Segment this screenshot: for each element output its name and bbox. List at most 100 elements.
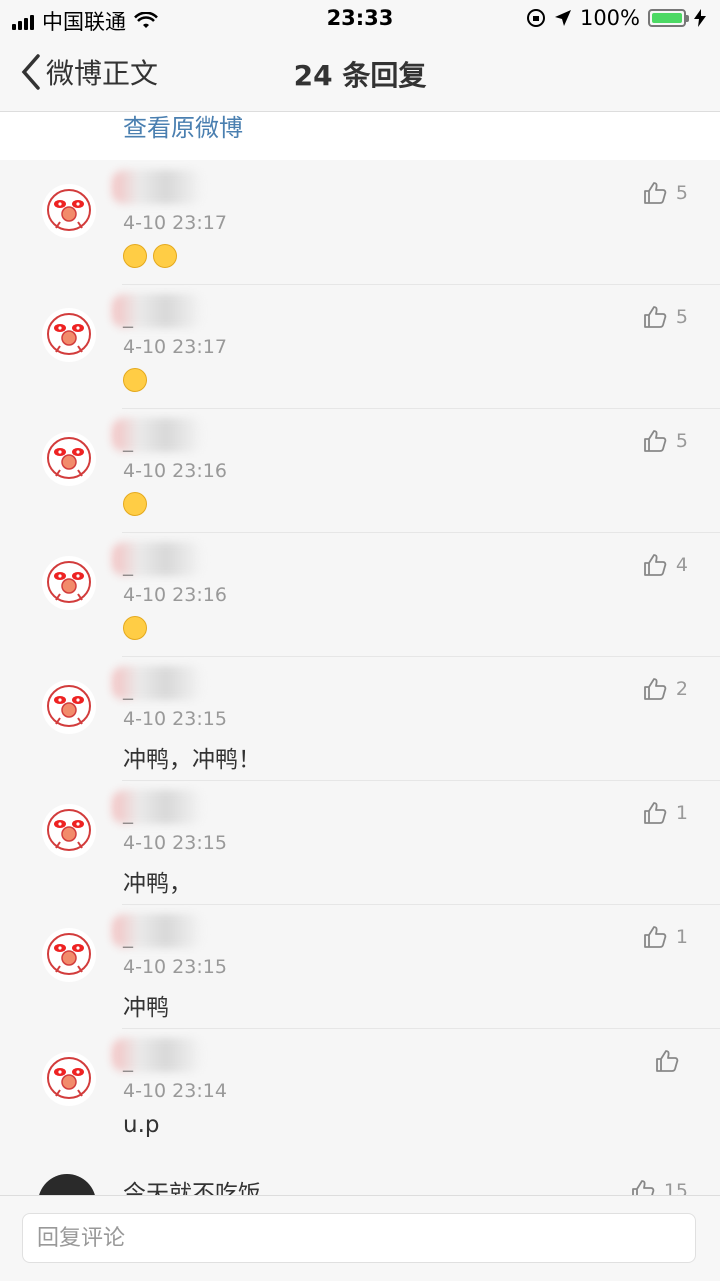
thumbs-up-icon [644,554,667,576]
thumbs-up-icon [644,182,667,204]
like-button[interactable]: 5 [642,428,688,454]
username[interactable]: _ [123,552,133,576]
avatar-cartoon-icon [47,561,91,603]
like-button[interactable]: 15 [630,1178,688,1196]
comment-time: 4-10 23:16 [123,584,227,606]
comment-item[interactable]: _ 4-10 23:15 冲鸭， 1 [0,780,720,904]
thumbs-up-icon [644,430,667,452]
divider [122,780,720,781]
location-icon [554,10,571,26]
like-count: 2 [675,678,688,700]
comment-content [123,616,153,640]
thumbs-up-icon [656,1050,679,1072]
divider [122,656,720,657]
like-button[interactable] [654,1048,688,1074]
comment-time: 4-10 23:17 [123,212,227,234]
like-count: 1 [675,802,688,824]
rotation-lock-icon [526,9,545,27]
comment-content [123,492,153,516]
username[interactable]: _ [123,428,133,452]
username-blur [112,170,202,204]
comment-text: u.p [123,1112,160,1138]
avatar[interactable] [42,432,96,486]
comment-item[interactable]: _ 4-10 23:17 5 [0,284,720,408]
avatar[interactable] [42,804,96,858]
battery-percent: 100% [579,6,640,30]
like-count: 5 [675,430,688,452]
thumbs-up-icon [644,802,667,824]
avatar[interactable] [42,928,96,982]
view-original-weibo-link[interactable]: 查看原微博 [123,108,243,143]
like-count: 5 [675,306,688,328]
thumbs-up-icon [644,678,667,700]
battery-icon [648,9,689,27]
username[interactable]: _ [123,676,133,700]
comment-content [123,244,183,268]
status-bar: 中国联通 23:33 100% [0,0,720,36]
avatar[interactable] [42,184,96,238]
divider [122,904,720,905]
like-button[interactable]: 5 [642,180,688,206]
like-button[interactable]: 2 [642,676,688,702]
emoji-icon [123,244,147,268]
comment-time: 4-10 23:15 [123,832,227,854]
like-button[interactable]: 1 [642,800,688,826]
avatar[interactable] [42,308,96,362]
partial-comment[interactable]: 今天就不吃饭 15 [0,1160,720,1196]
navigation-bar: 微博正文 24 条回复 [0,36,720,112]
comment-content: 冲鸭，冲鸭！ [123,740,261,774]
comment-list: 4-10 23:17 5 _ 4-10 23:17 5 _ 4-10 23:16 5 _ 4-10… [0,160,720,1152]
comment-item[interactable]: 4-10 23:17 5 [0,160,720,284]
divider [122,532,720,533]
comment-content [123,368,153,392]
comment-content: 冲鸭 [123,988,169,1022]
emoji-icon [123,616,147,640]
emoji-icon [153,244,177,268]
comment-content: u.p [123,1112,160,1138]
origin-link-bar: 查看原微博 [0,112,720,160]
comment-text: 冲鸭 [123,995,169,1021]
divider [122,408,720,409]
comment-content: 冲鸭， [123,864,192,898]
avatar[interactable] [42,1052,96,1106]
avatar-cartoon-icon [47,809,91,851]
thumbs-up-icon [644,306,667,328]
username[interactable]: _ [123,924,133,948]
username[interactable]: _ [123,1048,133,1072]
comment-text: 今天就不吃饭 [123,1181,261,1196]
thumbs-up-icon [644,926,667,948]
avatar-cartoon-icon [47,685,91,727]
comment-item[interactable]: _ 4-10 23:15 冲鸭，冲鸭！ 2 [0,656,720,780]
divider [122,1028,720,1029]
thumbs-up-icon [631,1180,655,1196]
reply-comment-input[interactable] [22,1213,696,1263]
emoji-icon [123,492,147,516]
like-count: 5 [675,182,688,204]
like-count: 1 [675,926,688,948]
comment-item[interactable]: _ 4-10 23:15 冲鸭 1 [0,904,720,1028]
comment-item[interactable]: _ 4-10 23:14 u.p [0,1028,720,1152]
comment-time: 4-10 23:17 [123,336,227,358]
username[interactable]: _ [123,304,133,328]
like-button[interactable]: 4 [642,552,688,578]
like-button[interactable]: 1 [642,924,688,950]
avatar-cartoon-icon [47,1057,91,1099]
comment-item[interactable]: _ 4-10 23:16 4 [0,532,720,656]
page-title: 24 条回复 [293,59,427,92]
like-count: 4 [675,554,688,576]
avatar-cartoon-icon [47,189,91,231]
avatar[interactable] [42,680,96,734]
charging-icon [694,9,706,27]
avatar-cartoon-icon [47,437,91,479]
avatar[interactable] [38,1174,96,1196]
emoji-icon [123,368,147,392]
comment-text: 冲鸭，冲鸭！ [123,747,261,773]
comment-item[interactable]: _ 4-10 23:16 5 [0,408,720,532]
avatar[interactable] [42,556,96,610]
avatar-cartoon-icon [47,313,91,355]
username[interactable]: _ [123,800,133,824]
comment-time: 4-10 23:14 [123,1080,227,1102]
comment-text: 冲鸭， [123,871,192,897]
avatar-cartoon-icon [47,933,91,975]
like-button[interactable]: 5 [642,304,688,330]
